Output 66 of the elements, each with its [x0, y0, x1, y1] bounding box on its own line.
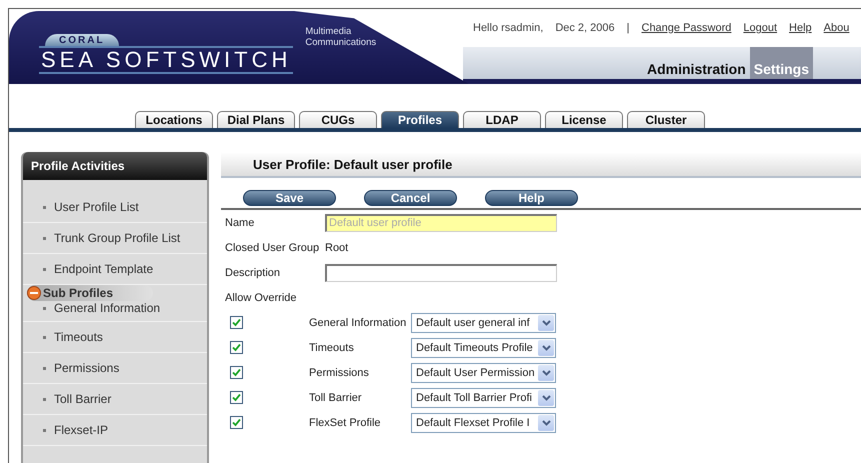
tab[interactable]: Dial Plans — [217, 111, 295, 128]
override-label: Permissions — [309, 366, 370, 378]
field-label: Description — [225, 266, 282, 278]
header-link[interactable]: Abou — [824, 22, 850, 34]
nav-tab[interactable]: Administration — [643, 47, 750, 79]
bullet-icon — [43, 236, 46, 240]
sidebar-item[interactable]: User Profile List — [23, 192, 207, 223]
chevron-down-icon — [538, 314, 554, 330]
tab[interactable]: Cluster — [627, 111, 705, 128]
header-link[interactable]: Logout — [743, 22, 778, 34]
chevron-down-icon — [538, 390, 554, 406]
sidebar-item[interactable]: Toll Barrier — [23, 384, 207, 415]
sidebar-item[interactable]: General Information — [23, 301, 207, 322]
bullet-icon — [43, 428, 46, 432]
checkbox[interactable] — [230, 316, 243, 329]
override-label: General Information — [309, 316, 408, 328]
profile-dropdown[interactable]: Default Toll Barrier Profi — [411, 388, 556, 408]
tab[interactable]: LDAP — [463, 111, 541, 128]
sub-profiles-header[interactable]: Sub Profiles — [27, 285, 153, 301]
profile-dropdown[interactable]: Default User Permission — [411, 362, 556, 382]
bullet-icon — [43, 206, 46, 208]
bullet-icon — [43, 398, 46, 400]
checkbox[interactable] — [230, 416, 243, 429]
sidebar-title: Profile Activities — [23, 152, 207, 180]
checkbox[interactable] — [230, 391, 243, 404]
tab[interactable]: License — [545, 111, 623, 128]
checkbox[interactable] — [230, 341, 243, 354]
action-button[interactable]: Help — [485, 190, 578, 206]
tab[interactable]: CUGs — [299, 111, 377, 128]
field-value: Root — [325, 242, 348, 254]
override-label: Toll Barrier — [309, 392, 363, 404]
chevron-down-icon — [538, 364, 554, 380]
logo-text: CORAL — [45, 34, 119, 46]
header-link[interactable]: Help — [789, 22, 812, 34]
header-link[interactable]: Change Password — [642, 22, 732, 34]
logo-tagline: Multimedia Communications — [305, 26, 376, 48]
section-label: Allow Override — [225, 292, 297, 304]
action-button[interactable]: Cancel — [364, 190, 457, 206]
override-label: Timeouts — [309, 342, 355, 354]
bullet-icon — [43, 307, 46, 310]
action-button[interactable]: Save — [243, 190, 336, 206]
sidebar-item[interactable]: Timeouts — [23, 322, 207, 353]
field-label: Name — [225, 216, 256, 228]
logo-title: SEA SOFTSWITCH — [39, 46, 294, 74]
minus-icon — [27, 286, 41, 300]
field-label: Closed User Group — [225, 242, 320, 254]
profile-dropdown[interactable]: Default Flexset Profile I — [411, 412, 556, 432]
date-text: Dec 2, 2006 — [555, 22, 615, 34]
bullet-icon — [43, 366, 46, 370]
separator-text: | — [626, 22, 630, 34]
override-label: FlexSet Profile — [309, 416, 382, 428]
page-title: User Profile: Default user profile — [221, 152, 861, 178]
profile-dropdown[interactable]: Default user general inf — [411, 312, 556, 332]
bullet-icon — [43, 336, 46, 338]
description-field[interactable] — [325, 264, 557, 282]
bullet-icon — [43, 268, 46, 270]
checkbox[interactable] — [230, 366, 243, 379]
sidebar-item[interactable]: Flexset-IP — [23, 415, 207, 446]
profile-dropdown[interactable]: Default Timeouts Profile — [411, 338, 556, 358]
greeting-text: Hello rsadmin, — [473, 22, 544, 34]
chevron-down-icon — [538, 414, 554, 430]
sidebar-item[interactable]: Trunk Group Profile List — [23, 223, 207, 254]
chevron-down-icon — [538, 340, 554, 356]
tab[interactable]: Profiles — [381, 111, 459, 128]
tab[interactable]: Locations — [135, 111, 213, 128]
sidebar-item[interactable]: Permissions — [23, 353, 207, 384]
